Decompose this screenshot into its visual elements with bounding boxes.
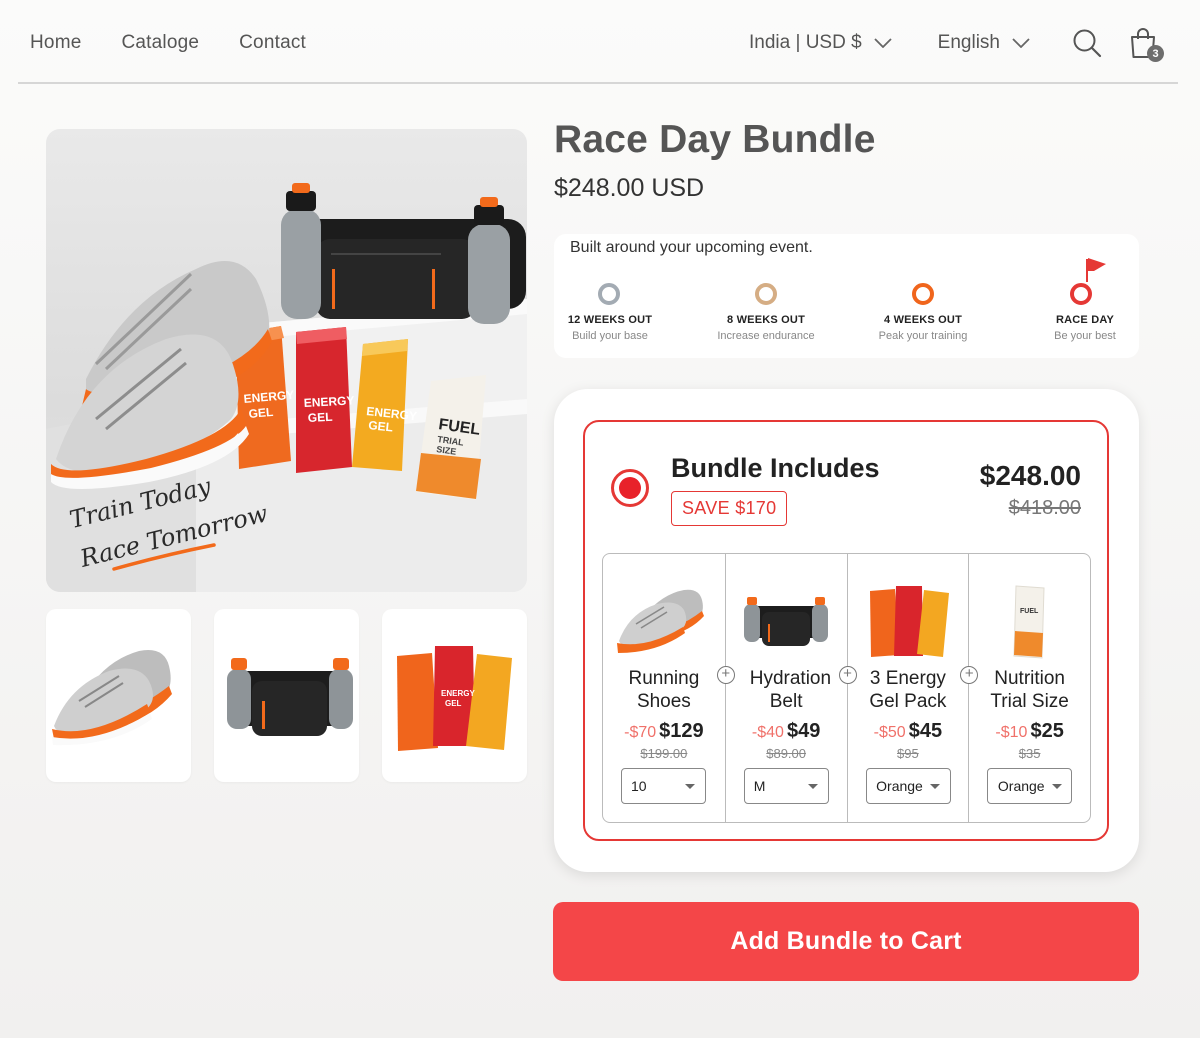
main-nav: Home Cataloge Contact	[30, 32, 306, 54]
energy-gels-image: ENERGY GEL	[396, 645, 512, 751]
timeline-step-12w: 12 WEEKS OUT Build your base	[567, 314, 653, 342]
svg-text:GEL: GEL	[445, 699, 462, 708]
bundle-option[interactable]: Bundle Includes SAVE $170 $248.00 $418.0…	[583, 420, 1109, 841]
item-image	[848, 576, 969, 666]
size-select-value: 10	[631, 778, 647, 794]
site-header: Home Cataloge Contact India | USD $ Engl…	[18, 0, 1178, 84]
chevron-down-icon	[1012, 38, 1030, 48]
item-original-price: $89.00	[766, 746, 806, 761]
locale-selector[interactable]: India | USD $	[749, 32, 892, 54]
timeline-track	[598, 258, 1106, 305]
item-discount: -$70	[624, 724, 657, 741]
plus-icon: +	[716, 666, 735, 684]
item-price: $45	[908, 720, 943, 742]
chevron-down-icon	[874, 38, 892, 48]
item-image	[726, 576, 847, 666]
locale-label: India | USD $	[749, 32, 862, 53]
item-original-price: $199.00	[640, 746, 688, 761]
bundle-item-trial: FUEL Nutrition Trial Size -$10 $25 $35 Or…	[968, 554, 1090, 822]
svg-text:ENERGY: ENERGY	[441, 689, 475, 698]
item-discount: -$10	[995, 724, 1028, 741]
fuel-trial-pouch-image: FUEL	[1013, 585, 1045, 659]
item-discount: -$50	[873, 724, 906, 741]
item-price: $129	[659, 720, 704, 742]
item-name: 3 Energy Gel Pack	[869, 668, 947, 712]
size-select[interactable]: 10	[621, 768, 706, 804]
timeline-node-12w	[598, 283, 620, 305]
energy-gels-image	[869, 586, 949, 657]
nav-home[interactable]: Home	[30, 32, 81, 54]
item-original-price: $35	[1018, 746, 1041, 761]
bundle-item-belt: Hydration Belt -$40 $49 $89.00 M +	[724, 554, 857, 822]
item-discount: -$40	[751, 724, 784, 741]
timeline-step-race-day: RACE DAY Be your best	[1054, 314, 1116, 342]
timeline-node-8w	[755, 283, 777, 305]
thumbnail-belt[interactable]	[214, 609, 359, 782]
header-actions: India | USD $ English 3	[749, 26, 1164, 62]
svg-text:GEL: GEL	[368, 418, 394, 435]
flavor-select-value: Orange	[876, 778, 923, 794]
flavor-select[interactable]: Orange	[865, 768, 951, 804]
timeline-node-4w	[912, 283, 934, 305]
item-prices: -$50 $45	[848, 720, 969, 743]
size-select[interactable]: M	[743, 768, 829, 804]
bundle-title: Bundle Includes	[671, 453, 880, 483]
svg-text:GEL: GEL	[248, 405, 274, 421]
thumbnail-strip: ENERGY GEL	[46, 609, 527, 782]
thumbnail-gels[interactable]: ENERGY GEL	[382, 609, 527, 782]
caret-down-icon	[929, 783, 940, 789]
search-button[interactable]	[1070, 26, 1104, 60]
svg-text:ENERGY: ENERGY	[303, 393, 354, 410]
product-title: Race Day Bundle	[554, 118, 876, 161]
item-image	[603, 576, 725, 666]
bundle-item-gels: 3 Energy Gel Pack -$50 $45 $95 Orange +	[846, 554, 979, 822]
item-original-price: $95	[897, 746, 919, 761]
language-selector[interactable]: English	[938, 32, 1030, 54]
caret-down-icon	[685, 784, 695, 789]
plus-icon: +	[838, 666, 857, 684]
item-prices: -$40 $49	[726, 720, 847, 743]
cart-button[interactable]: 3	[1126, 26, 1164, 62]
thumbnail-shoes[interactable]	[46, 609, 191, 782]
bundle-items: Running Shoes -$70 $129 $199.00 10 + Hyd…	[602, 553, 1091, 823]
save-badge: SAVE $170	[671, 491, 788, 526]
timeline-step-4w: 4 WEEKS OUT Peak your training	[878, 314, 968, 342]
running-shoes-image	[51, 649, 172, 745]
nav-contact[interactable]: Contact	[239, 32, 306, 54]
timeline-step-8w: 8 WEEKS OUT Increase endurance	[717, 314, 815, 342]
size-select-value: M	[753, 778, 766, 794]
timeline-node-race	[1070, 283, 1092, 305]
flag-icon	[1088, 258, 1106, 271]
bundle-card: Bundle Includes SAVE $170 $248.00 $418.0…	[554, 389, 1139, 872]
product-main-image[interactable]: ENERGY GEL ENERGY GEL ENERGY GEL FUEL TR…	[46, 129, 527, 592]
hydration-belt-image	[744, 597, 829, 646]
cart-count-badge: 3	[1147, 45, 1164, 62]
item-price: $25	[1030, 720, 1064, 742]
search-icon	[1073, 29, 1102, 58]
product-price: $248.00 USD	[554, 174, 705, 202]
item-name: Running Shoes	[628, 668, 700, 712]
caret-down-icon	[1051, 783, 1062, 789]
add-bundle-to-cart-button[interactable]: Add Bundle to Cart	[553, 902, 1139, 981]
svg-text:GEL: GEL	[307, 410, 332, 425]
item-image: FUEL	[969, 576, 1090, 666]
bundle-item-shoes: Running Shoes -$70 $129 $199.00 10 +	[603, 554, 735, 822]
bundle-price: $248.00	[979, 460, 1081, 491]
item-price: $49	[786, 720, 821, 742]
bundle-radio-selected[interactable]	[611, 469, 649, 507]
flavor-select-value: Orange	[997, 778, 1045, 794]
item-prices: -$10 $25	[969, 720, 1090, 743]
training-timeline: Built around your upcoming event. 12 WEE…	[554, 234, 1139, 358]
caret-down-icon	[807, 784, 818, 789]
item-name: Nutrition Trial Size	[990, 668, 1069, 712]
hydration-belt-image	[226, 657, 353, 736]
nav-cataloge[interactable]: Cataloge	[121, 32, 199, 54]
bundle-original-price: $418.00	[1008, 497, 1081, 519]
item-name: Hydration Belt	[749, 668, 832, 712]
running-shoes-image	[616, 589, 704, 653]
flavor-select[interactable]: Orange	[987, 768, 1073, 804]
language-label: English	[937, 32, 1000, 53]
item-prices: -$70 $129	[603, 720, 725, 743]
svg-text:FUEL: FUEL	[1020, 608, 1039, 615]
